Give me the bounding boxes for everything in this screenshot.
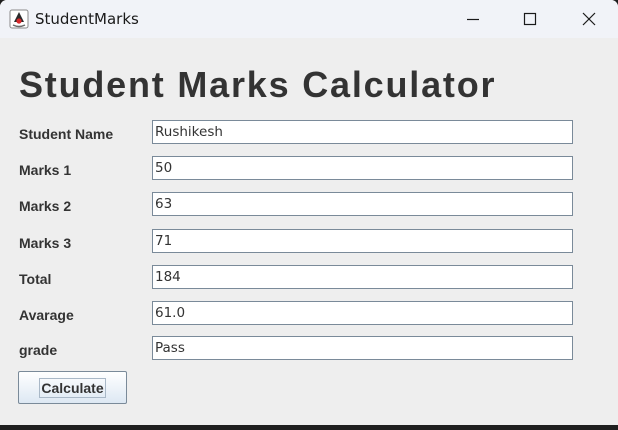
marks-3-field[interactable]	[152, 229, 573, 253]
maximize-button[interactable]	[507, 0, 553, 38]
marks-1-field[interactable]	[152, 156, 573, 180]
grade-label: grade	[19, 342, 58, 358]
marks-2-field[interactable]	[152, 192, 573, 216]
close-button[interactable]	[566, 0, 612, 38]
java-duke-icon	[9, 9, 29, 29]
close-icon	[582, 12, 596, 26]
minimize-icon	[467, 18, 479, 21]
minimize-button[interactable]	[450, 0, 496, 38]
average-field[interactable]	[152, 301, 573, 325]
marks-2-label: Marks 2	[19, 198, 72, 214]
window-title: StudentMarks	[35, 10, 139, 28]
student-name-label: Student Name	[19, 126, 114, 142]
calculate-button[interactable]: Calculate	[18, 371, 127, 404]
marks-3-label: Marks 3	[19, 235, 72, 251]
student-name-field[interactable]	[152, 120, 573, 144]
maximize-icon	[523, 12, 537, 26]
page-title: Student Marks Calculator	[19, 64, 497, 105]
grade-field[interactable]	[152, 336, 573, 360]
total-label: Total	[19, 271, 52, 287]
marks-1-label: Marks 1	[19, 162, 72, 178]
calculate-button-label: Calculate	[39, 377, 106, 398]
title-bar[interactable]: StudentMarks	[0, 0, 618, 38]
total-field[interactable]	[152, 265, 573, 289]
average-label: Avarage	[19, 307, 74, 323]
app-window: StudentMarks Student Marks Calculator St…	[0, 0, 618, 425]
